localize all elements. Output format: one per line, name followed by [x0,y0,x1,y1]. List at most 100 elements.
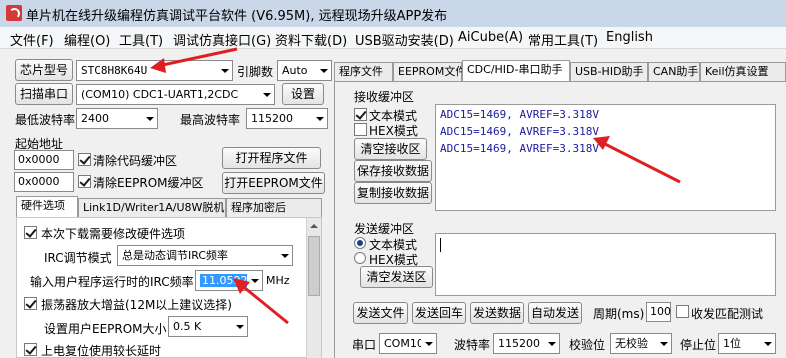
menu-english[interactable]: English [606,30,653,45]
serial-port-value: (COM10) CDC1-UART1,2CDC [81,88,239,101]
stop-bits-label: 停止位 [680,338,717,352]
clear-receive-button[interactable]: 清空接收区 [354,138,427,160]
menu-common-tools[interactable]: 常用工具(T) [528,30,598,49]
menu-program[interactable]: 编程(O) [64,30,110,49]
stop-bits-value: 1位 [723,337,741,350]
oscillator-gain-checkbox[interactable] [24,297,37,310]
max-baud-label: 最高波特率 [180,113,241,127]
match-test-label: 收发匹配测试 [691,307,764,321]
open-eeprom-file-button[interactable]: 打开EEPROM文件 [222,172,325,194]
eeprom-start-address-input[interactable]: 0x0000 [14,172,74,192]
chevron-down-icon [656,334,671,353]
open-program-file-button[interactable]: 打开程序文件 [222,147,321,169]
tab-offline-writer[interactable]: Link1D/Writer1A/U8W脱机 [78,198,226,218]
eeprom-size-select[interactable]: 0.5 K [168,316,248,337]
options-scrollbar[interactable] [306,218,321,358]
recv-hex-mode-checkbox[interactable] [354,123,367,136]
period-label: 周期(ms) [593,307,645,321]
menu-bar: 文件(F) 编程(O) 工具(T) 调试仿真接口(G) 资料下载(D) USB驱… [0,27,786,49]
pin-count-select[interactable]: Auto [277,60,332,81]
title-bar: 单片机在线升级编程仿真调试平台软件 (V6.95M), 远程现场升级APP发布 [0,0,786,27]
menu-usb-driver[interactable]: USB驱动安装(D) [355,30,454,49]
recv-text-mode-checkbox[interactable] [354,108,367,121]
parity-label: 校验位 [569,338,606,352]
irc-frequency-value: 11.0592 [200,274,250,287]
port-value: COM10 [384,337,424,350]
chip-model-button[interactable]: 芯片型号 [15,59,73,81]
tab-usb-hid[interactable]: USB-HID助手 [570,62,648,82]
receive-line: ADC15=1469, AVREF=3.318V [440,142,599,155]
modify-hardware-options-checkbox[interactable] [24,226,37,239]
receive-text-area[interactable]: ADC15=1469, AVREF=3.318V ADC15=1469, AVR… [435,104,776,211]
send-hex-mode-radio[interactable] [354,252,366,264]
send-text-mode-radio[interactable] [354,237,366,249]
period-input[interactable]: 100 [646,302,671,322]
chip-model-select[interactable]: STC8H8K64U [76,60,233,81]
tab-hardware-options[interactable]: 硬件选项 [16,196,78,218]
serial-port-select[interactable]: (COM10) CDC1-UART1,2CDC [76,84,275,105]
parity-value: 无校验 [615,337,648,350]
menu-debug-interface[interactable]: 调试仿真接口(G) [173,30,271,49]
chevron-down-icon [247,271,262,290]
port-select[interactable]: COM10 [379,333,437,354]
chevron-down-icon [277,246,292,265]
save-receive-button[interactable]: 保存接收数据 [354,160,432,182]
eeprom-size-value: 0.5 K [173,320,202,333]
clear-code-buffer-checkbox[interactable] [78,153,91,166]
tab-keil-sim[interactable]: Keil仿真设置 [700,62,786,82]
receive-line: ADC15=1469, AVREF=3.318V [440,108,599,121]
tab-can[interactable]: CAN助手 [648,62,700,82]
receive-buffer-title: 接收缓冲区 [354,90,415,104]
copy-receive-button[interactable]: 复制接收数据 [354,182,432,204]
clear-eeprom-buffer-checkbox[interactable] [78,175,91,188]
clear-send-button[interactable]: 清空发送区 [360,266,433,288]
pin-count-label: 引脚数 [237,65,274,79]
tab-program-file[interactable]: 程序文件 [334,62,393,82]
stop-bits-select[interactable]: 1位 [718,333,776,354]
menu-downloads[interactable]: 资料下载(D) [275,30,347,49]
irc-frequency-input[interactable]: 11.0592 [195,270,263,291]
scrollbar-thumb[interactable] [308,236,320,296]
clear-eeprom-buffer-label: 清除EEPROM缓冲区 [93,176,204,190]
min-baud-select[interactable]: 2400 [76,108,158,129]
clear-code-buffer-label: 清除代码缓冲区 [93,154,178,168]
modify-hardware-options-label: 本次下载需要修改硬件选项 [41,227,186,241]
chevron-down-icon [760,334,775,353]
irc-mode-select[interactable]: 总是动态调节IRC频率 [117,245,293,266]
receive-line: ADC15=1469, AVREF=3.318V [440,125,599,138]
max-baud-select[interactable]: 115200 [246,108,328,129]
port-label: 串口 [352,338,377,352]
app-logo-icon [6,5,22,21]
scan-port-button[interactable]: 扫描串口 [15,83,73,105]
menu-aicube[interactable]: AiCube(A) [458,30,523,45]
tab-program-encryption[interactable]: 程序加密后 [226,198,322,218]
menu-file[interactable]: 文件(F) [10,30,54,49]
send-buffer-title: 发送缓冲区 [354,222,415,236]
baud-value: 115200 [498,337,540,350]
code-start-address-input[interactable]: 0x0000 [14,150,74,170]
auto-send-button[interactable]: 自动发送 [528,302,582,324]
pin-count-value: Auto [282,64,308,77]
baud-label: 波特率 [454,338,491,352]
send-data-button[interactable]: 发送数据 [470,302,524,324]
settings-button[interactable]: 设置 [282,83,324,105]
match-test-checkbox[interactable] [676,305,689,318]
send-crlf-button[interactable]: 发送回车 [412,302,466,324]
long-reset-delay-checkbox[interactable] [24,343,37,356]
recv-hex-mode-label: HEX模式 [369,124,418,138]
oscillator-gain-label: 振荡器放大增益(12M以上建议选择) [41,298,232,312]
send-text-area[interactable] [435,233,776,296]
irc-mode-value: 总是动态调节IRC频率 [122,249,229,262]
chevron-down-icon [217,61,232,80]
chevron-down-icon [316,61,331,80]
chevron-down-icon [312,109,327,128]
parity-select[interactable]: 无校验 [610,333,672,354]
tab-eeprom-file[interactable]: EEPROM文件 [393,62,466,82]
baud-select[interactable]: 115200 [493,333,560,354]
chevron-down-icon [259,85,274,104]
tab-cdc-hid-serial[interactable]: CDC/HID-串口助手 [462,60,570,82]
send-file-button[interactable]: 发送文件 [353,302,408,324]
menu-tools[interactable]: 工具(T) [119,30,163,49]
chevron-down-icon [421,334,436,353]
max-baud-value: 115200 [251,112,293,125]
